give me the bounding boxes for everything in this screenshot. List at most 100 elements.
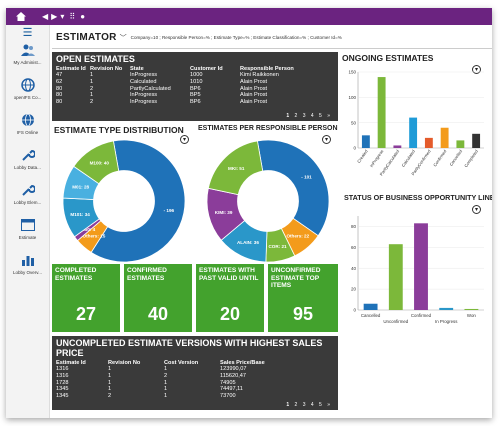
sidebar-item-lobby-elem[interactable]: Lobby Elem... — [6, 182, 49, 214]
table-cell: 2 — [164, 372, 168, 379]
table-cell: 115620,47 — [220, 372, 247, 379]
table-row[interactable]: 80 2 InProgress BP6 Alain Prost — [56, 99, 320, 106]
slice-label: - 101 — [301, 174, 312, 179]
status-opportunity-chart[interactable]: 0 20 40 60 80 CancelledUnconfirmedConfirmedIn… — [342, 210, 488, 328]
kpi-label: COMPLETED ESTIMATES — [55, 267, 97, 282]
apps-grid-icon[interactable]: ⠿ — [69, 12, 75, 21]
sidebar-item-my-administ[interactable]: My Administ... — [6, 42, 49, 74]
table-cell: InProgress — [130, 92, 158, 99]
page-link[interactable]: 1 — [286, 402, 291, 408]
table-cell: InProgress — [130, 99, 158, 106]
uncompleted-versions-table: Estimate Id Revision No Cost Version Sales … — [56, 360, 300, 400]
table-cell: 1 — [108, 372, 112, 379]
pin-icon[interactable]: ● — [80, 12, 85, 21]
sidebar-item-lobby-data[interactable]: Lobby Data... — [6, 147, 49, 179]
estimates-per-person-donut[interactable]: - 101 Others: 22 COR: 21 ALAIN: 36 KIMI: 39 M… — [198, 138, 338, 264]
table-cell: 2 — [108, 393, 112, 400]
page-link[interactable]: » — [327, 113, 332, 119]
globe-icon — [20, 112, 36, 128]
estimate-type-donut[interactable]: - 196Others: 15M50: 4M101: 34M01: 28M100… — [54, 138, 194, 264]
y-tick-label: 0 — [353, 146, 356, 151]
table-cell: 80 — [56, 85, 63, 92]
page-link[interactable]: 5 — [319, 113, 324, 119]
table-row[interactable]: 80 2 PartlyCalculated BP6 Alain Prost — [56, 86, 320, 93]
bar[interactable] — [393, 145, 402, 148]
sidebar-item-lobby-overv[interactable]: Lobby Overv... — [6, 252, 49, 284]
table-cell: 62 — [56, 78, 63, 85]
x-tick-label: Cancelled — [361, 313, 381, 318]
x-tick-label: Confirmed — [432, 148, 448, 167]
page-link[interactable]: 4 — [311, 402, 316, 408]
open-estimates-panel: OPEN ESTIMATES Estimate Id Revision No Sta… — [52, 52, 338, 121]
page-link[interactable]: 2 — [295, 402, 300, 408]
ongoing-estimates-chart[interactable]: 050100150Created InProgressPartlyCalculat… — [342, 66, 488, 176]
table-row[interactable]: 80 1 InProgress BP5 Alain Prost — [56, 92, 320, 99]
table-row[interactable]: 1345 1 1 74497,11 — [56, 386, 300, 393]
table-cell: 73700 — [220, 393, 236, 400]
table-cell: Calculated — [130, 78, 157, 85]
page-link[interactable]: 3 — [303, 113, 308, 119]
chevron-down-icon[interactable]: ▾ — [180, 135, 189, 144]
filter-summary[interactable]: Company=10 ; Responsible Person=% ; Esti… — [131, 35, 342, 40]
kpi-past-valid-until[interactable]: ESTIMATES WITH PAST VALID UNTIL 20 — [196, 264, 264, 332]
status-opportunity-title: STATUS OF BUSINESS OPPORTUNITY LINES — [344, 193, 492, 202]
x-tick-label: InProgress — [369, 149, 385, 168]
kpi-value: 20 — [219, 304, 241, 324]
bar[interactable] — [388, 244, 403, 310]
bar[interactable] — [439, 307, 454, 310]
page-link[interactable]: 5 — [319, 402, 324, 408]
page-link[interactable]: 4 — [311, 113, 316, 119]
bar[interactable] — [472, 133, 481, 148]
kpi-completed-estimates[interactable]: COMPLETED ESTIMATES 27 — [52, 264, 120, 332]
sidebar-item-openifs[interactable]: openIFS Co... — [6, 77, 49, 109]
table-row[interactable]: 1316 1 1 123990,07 — [56, 366, 300, 373]
table-cell: BP6 — [190, 99, 201, 106]
bar[interactable] — [440, 127, 449, 148]
home-icon[interactable] — [6, 8, 36, 25]
forward-icon[interactable]: ▶ — [51, 12, 57, 21]
bar[interactable] — [377, 77, 386, 148]
table-row[interactable]: 47 1 InProgress 1000 Kimi Raikkonen — [56, 72, 320, 79]
sidebar-item-label: Lobby Elem... — [13, 200, 42, 205]
page-title: ESTIMATOR — [56, 32, 117, 43]
kpi-unconfirmed-top-items[interactable]: UNCONFIRMED ESTIMATE TOP ITEMS 95 — [268, 264, 338, 332]
page-link[interactable]: 2 — [295, 113, 300, 119]
table-row[interactable]: 1345 2 1 73700 — [56, 393, 300, 400]
back-icon[interactable]: ◀ — [42, 12, 48, 21]
bar[interactable] — [456, 140, 465, 148]
slice-label: COR: 21 — [268, 244, 287, 249]
bar[interactable] — [361, 135, 370, 148]
sidebar-item-estimate[interactable]: Estimate — [6, 217, 49, 249]
chevron-down-icon[interactable]: ﹀ — [120, 33, 127, 43]
table-row[interactable]: 1728 1 1 74905 — [56, 380, 300, 387]
kpi-confirmed-estimates[interactable]: CONFIRMED ESTIMATES 40 — [124, 264, 192, 332]
uncompleted-versions-panel: UNCOMPLETED ESTIMATE VERSIONS WITH HIGHE… — [52, 336, 338, 410]
bar[interactable] — [424, 137, 433, 148]
table-cell: BP5 — [190, 92, 201, 99]
menu-icon[interactable]: ☰ — [6, 25, 49, 39]
slice-label: MKI: 51 — [228, 166, 245, 171]
x-tick-label: In Progress — [435, 319, 458, 324]
page-link[interactable]: » — [327, 402, 332, 408]
table-cell: 1 — [164, 393, 168, 400]
bar[interactable] — [409, 117, 418, 148]
table-cell: 1 — [108, 366, 112, 372]
bar[interactable] — [414, 223, 428, 310]
slice-label: M01: 28 — [72, 184, 89, 189]
wrench-icon — [20, 147, 36, 163]
bar[interactable] — [363, 303, 378, 310]
bar[interactable] — [464, 308, 479, 310]
table-cell: 2 — [90, 99, 94, 106]
table-cell: 1 — [90, 72, 94, 78]
table-row[interactable]: 1316 1 2 115620,47 — [56, 373, 300, 380]
table-row[interactable]: 62 1 Calculated 1010 Alain Prost — [56, 79, 320, 86]
table-cell: 1 — [108, 386, 112, 393]
page-link[interactable]: 1 — [286, 113, 291, 119]
kpi-value: 27 — [75, 304, 97, 324]
page-link[interactable]: 3 — [303, 402, 308, 408]
x-tick-label: Confirmed — [411, 313, 432, 318]
sidebar-item-ifs-online[interactable]: IFS Online — [6, 112, 49, 144]
dropdown-icon[interactable]: ▾ — [60, 12, 64, 21]
sidebar-item-label: IFS Online — [16, 130, 39, 135]
x-tick-label: Calculated — [400, 148, 416, 168]
